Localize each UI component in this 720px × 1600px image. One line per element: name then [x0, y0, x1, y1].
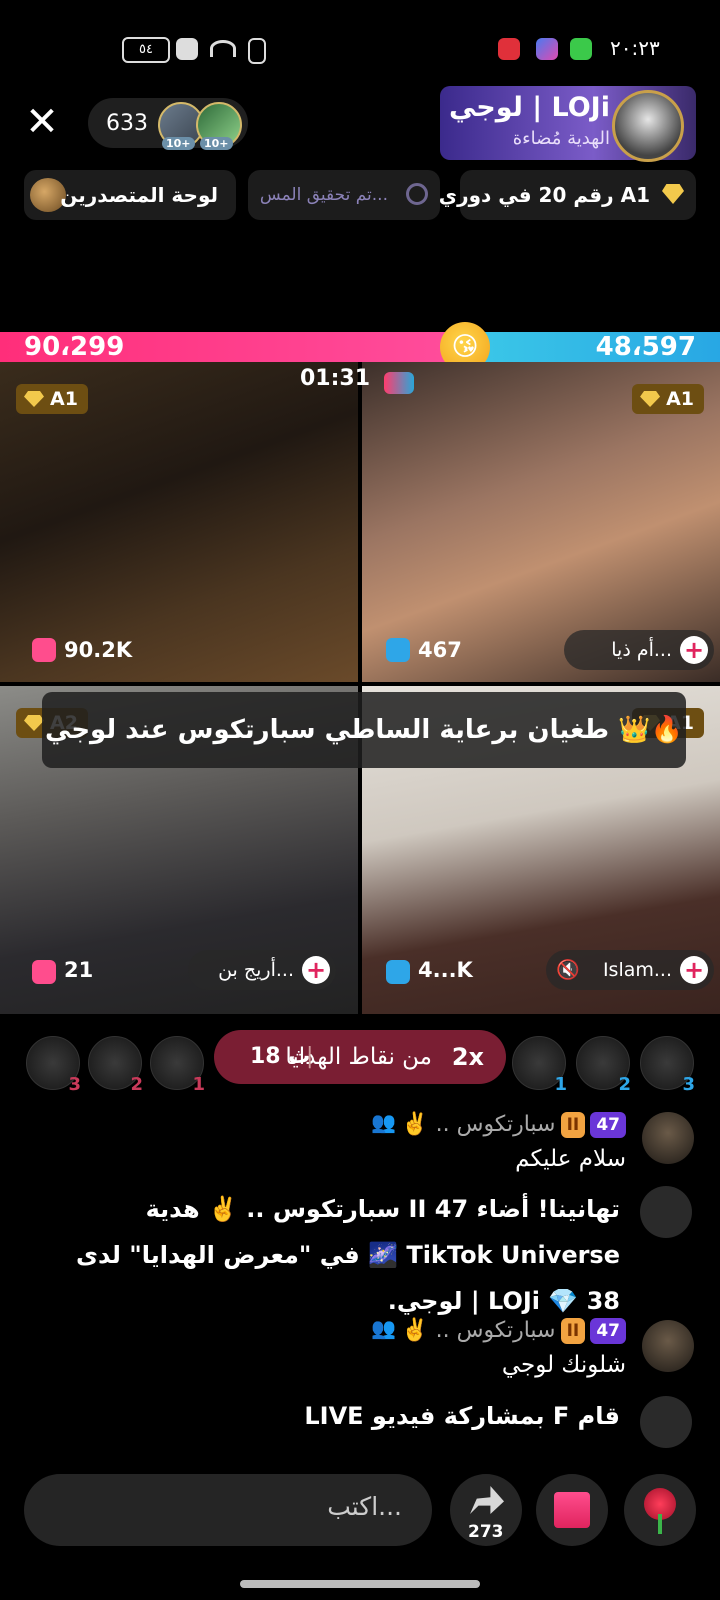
follow-plus-icon[interactable]: + [680, 636, 708, 664]
host-card[interactable]: لوجي | LOJi الهدية مُضاءة [440, 86, 696, 162]
level-badge: 47 [590, 1111, 626, 1138]
host-subtitle: الهدية مُضاءة [512, 128, 610, 149]
diamond-icon [24, 391, 44, 407]
tile-score: 467 [418, 638, 462, 662]
target-icon [406, 183, 428, 205]
share-notice-text: قام F بمشاركة فيديو LIVE [304, 1402, 620, 1430]
gift-system-message: تهانينا! أضاء 47 II سبارتكوس .. ✌️ هدية … [32, 1186, 692, 1315]
battle-score-bar: 90،299 48،597 [0, 332, 720, 362]
follow-plus-icon[interactable]: + [302, 956, 330, 984]
gift-message-text: تهانينا! أضاء 47 II سبارتكوس .. ✌️ هدية … [75, 1195, 620, 1315]
battery-icon: ٥٤ [122, 37, 170, 63]
left-team-score: 90،299 [24, 332, 125, 362]
chat-text: سلام عليكم [515, 1146, 626, 1172]
diamond-icon [662, 184, 684, 204]
gift-box-icon [554, 1492, 590, 1528]
rose-gift-button[interactable] [624, 1474, 696, 1546]
right-team-score: 48،597 [595, 332, 696, 362]
chat-text: شلونك لوجي [501, 1352, 626, 1378]
chat-username[interactable]: سبارتكوس .. ✌️ [401, 1112, 555, 1137]
close-icon[interactable]: ✕ [22, 102, 62, 142]
share-arrow-icon [470, 1486, 504, 1514]
league-badge: A1 [16, 384, 88, 414]
participant-name-pill[interactable]: + أريج بن... [188, 950, 336, 990]
muted-icon: 🔇 [556, 959, 580, 981]
participant-name-pill[interactable]: + Islam... 🔇 [546, 950, 714, 990]
app-notification-icon [570, 38, 592, 60]
fan-avatar[interactable]: 3 [26, 1036, 81, 1095]
viewer-count: 633 [106, 111, 148, 136]
tile-score: 4...K [418, 958, 473, 982]
fan-avatar[interactable]: 1 [150, 1036, 205, 1095]
gift-score-icon [32, 638, 56, 662]
wifi-icon [210, 40, 236, 57]
league-badge: A1 [632, 384, 704, 414]
chat-message[interactable]: 47 II سبارتكوس .. ✌️ 👥 شلونك لوجي [52, 1316, 694, 1386]
fan-avatar[interactable]: 1 [512, 1036, 567, 1095]
follow-plus-icon[interactable]: + [680, 956, 708, 984]
gift-points-boost-pill[interactable]: 2x من نقاط الهدايا | 18 ث [214, 1030, 506, 1084]
battle-tile[interactable]: A1 90.2K [0, 362, 358, 682]
league-rank-chip[interactable]: رقم 20 في دوري A1 [439, 170, 696, 220]
home-indicator[interactable] [240, 1580, 480, 1588]
fan-avatar[interactable]: 2 [88, 1036, 143, 1095]
share-count: 273 [468, 1522, 504, 1542]
status-bar: ٥٤ ٢٠:٢٣ [0, 0, 720, 80]
host-name: لوجي | LOJi [448, 92, 610, 123]
share-notice-icon [640, 1396, 692, 1448]
mission-chip[interactable]: تم تحقيق المس... [248, 170, 440, 220]
leaderboard-chip[interactable]: لوحة المتصدرين [24, 170, 236, 220]
gift-score-icon [386, 638, 410, 662]
share-button[interactable]: 273 [450, 1474, 522, 1546]
vibrate-icon [248, 38, 266, 64]
gift-score-icon [32, 960, 56, 984]
fan-avatar[interactable]: 3 [640, 1036, 695, 1095]
tile-score: 90.2K [64, 638, 133, 662]
gift-announcement-banner: طغيان برعاية الساطي سبارتكوس عند لوجي 👑🔥 [42, 692, 686, 768]
viewer-count-pill[interactable]: 633 10+ 10+ [88, 98, 248, 150]
level-badge: 47 [590, 1317, 626, 1344]
fan-avatar[interactable]: 2 [576, 1036, 631, 1095]
battle-vs-icon [384, 372, 414, 394]
notification-x-icon [176, 38, 198, 60]
chat-username[interactable]: سبارتكوس .. ✌️ [401, 1318, 555, 1343]
host-avatar[interactable] [612, 90, 684, 162]
battle-tile[interactable]: A1 467 + أم ذيا... [362, 362, 720, 682]
chat-avatar[interactable] [642, 1112, 694, 1164]
profile-icon[interactable]: 👥 [371, 1316, 396, 1340]
gift-button[interactable] [536, 1474, 608, 1546]
comment-placeholder: اكتب... [327, 1492, 402, 1521]
battle-timer: 01:31 [300, 366, 371, 391]
fan-club-badge: II [560, 1111, 586, 1138]
gift-icon [640, 1186, 692, 1238]
app-notification-icon [536, 38, 558, 60]
gift-score-icon [386, 960, 410, 984]
chat-avatar[interactable] [642, 1320, 694, 1372]
participant-name-pill[interactable]: + أم ذيا... [564, 630, 714, 670]
clock: ٢٠:٢٣ [610, 36, 660, 60]
diamond-icon [24, 715, 44, 731]
app-notification-icon [498, 38, 520, 60]
top-viewer-avatar[interactable]: 10+ [196, 102, 242, 150]
profile-icon[interactable]: 👥 [371, 1110, 396, 1134]
fan-club-badge: II [560, 1317, 586, 1344]
comment-input[interactable]: اكتب... [24, 1474, 432, 1546]
tile-score: 21 [64, 958, 94, 982]
chat-message[interactable]: 47 II سبارتكوس .. ✌️ 👥 سلام عليكم [52, 1106, 694, 1176]
diamond-icon [640, 391, 661, 407]
